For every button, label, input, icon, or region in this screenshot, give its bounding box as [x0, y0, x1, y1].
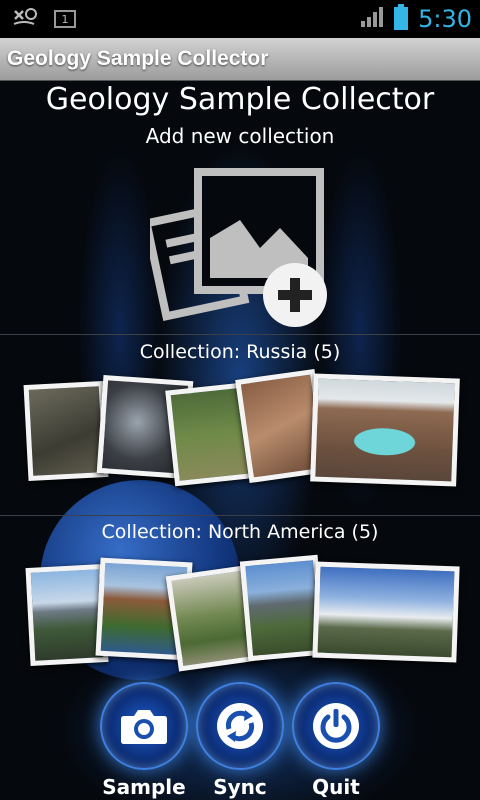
sync-icon	[217, 703, 263, 749]
quit-button-label: Quit	[312, 775, 360, 799]
notification-count-icon: 1	[54, 10, 76, 28]
section-divider	[0, 334, 480, 335]
battery-icon	[394, 4, 409, 34]
add-picture-icon	[141, 168, 327, 327]
action-bar: Geology Sample Collector	[0, 38, 480, 81]
camera-icon	[121, 710, 167, 744]
power-icon	[313, 703, 359, 749]
clock-time: 5:30	[418, 5, 472, 33]
section-divider	[0, 515, 480, 516]
add-collection-button[interactable]	[141, 158, 330, 328]
quit-button[interactable]	[292, 682, 380, 770]
collection-label-north-america: Collection: North America (5)	[101, 521, 379, 543]
sample-button[interactable]	[100, 682, 188, 770]
sample-photo[interactable]	[312, 561, 460, 663]
add-collection-label: Add new collection	[145, 124, 335, 148]
sample-button-label: Sample	[102, 775, 186, 799]
status-bar: 1 5:30	[0, 0, 480, 38]
sample-photo[interactable]	[23, 380, 109, 482]
sync-button[interactable]	[196, 682, 284, 770]
sync-button-label: Sync	[213, 775, 267, 799]
collection-label-russia: Collection: Russia (5)	[139, 341, 341, 363]
missed-call-icon	[12, 6, 38, 32]
action-bar-title: Geology Sample Collector	[7, 47, 269, 70]
sample-photo[interactable]	[310, 373, 460, 487]
page-title: Geology Sample Collector	[45, 82, 435, 117]
signal-icon	[360, 6, 384, 32]
